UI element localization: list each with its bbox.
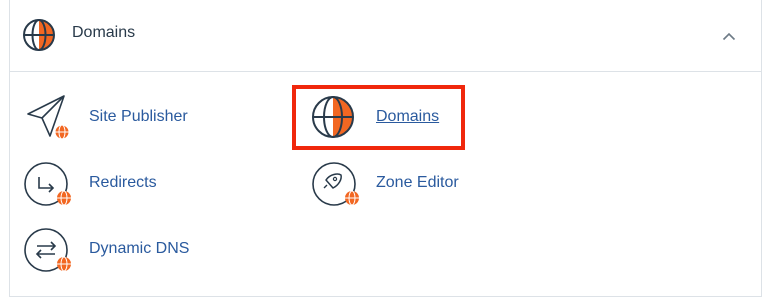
dynamic-dns-link[interactable]: Dynamic DNS — [22, 224, 222, 276]
redirect-arrow-icon — [24, 162, 71, 206]
redirects-link[interactable]: Redirects — [22, 158, 222, 210]
item-label: Redirects — [89, 174, 157, 191]
panel-header[interactable]: Domains — [10, 0, 761, 72]
rocket-icon — [312, 162, 359, 206]
zone-editor-link[interactable]: Zone Editor — [310, 158, 500, 210]
chevron-up-icon — [722, 32, 736, 40]
item-label: Site Publisher — [89, 108, 188, 125]
item-label: Dynamic DNS — [89, 240, 190, 257]
item-label: Zone Editor — [376, 174, 459, 191]
domains-panel: Domains Site Publisher Domains Redirects… — [9, 0, 762, 297]
section-title: Domains — [72, 24, 136, 41]
globe-icon — [312, 96, 354, 138]
globe-icon — [23, 19, 55, 51]
item-label: Domains — [376, 108, 440, 125]
site-publisher-link[interactable]: Site Publisher — [22, 92, 222, 144]
collapse-button[interactable] — [714, 23, 744, 49]
paper-plane-icon — [27, 95, 70, 140]
domains-link[interactable]: Domains — [310, 92, 470, 144]
exchange-arrows-icon — [24, 228, 71, 272]
